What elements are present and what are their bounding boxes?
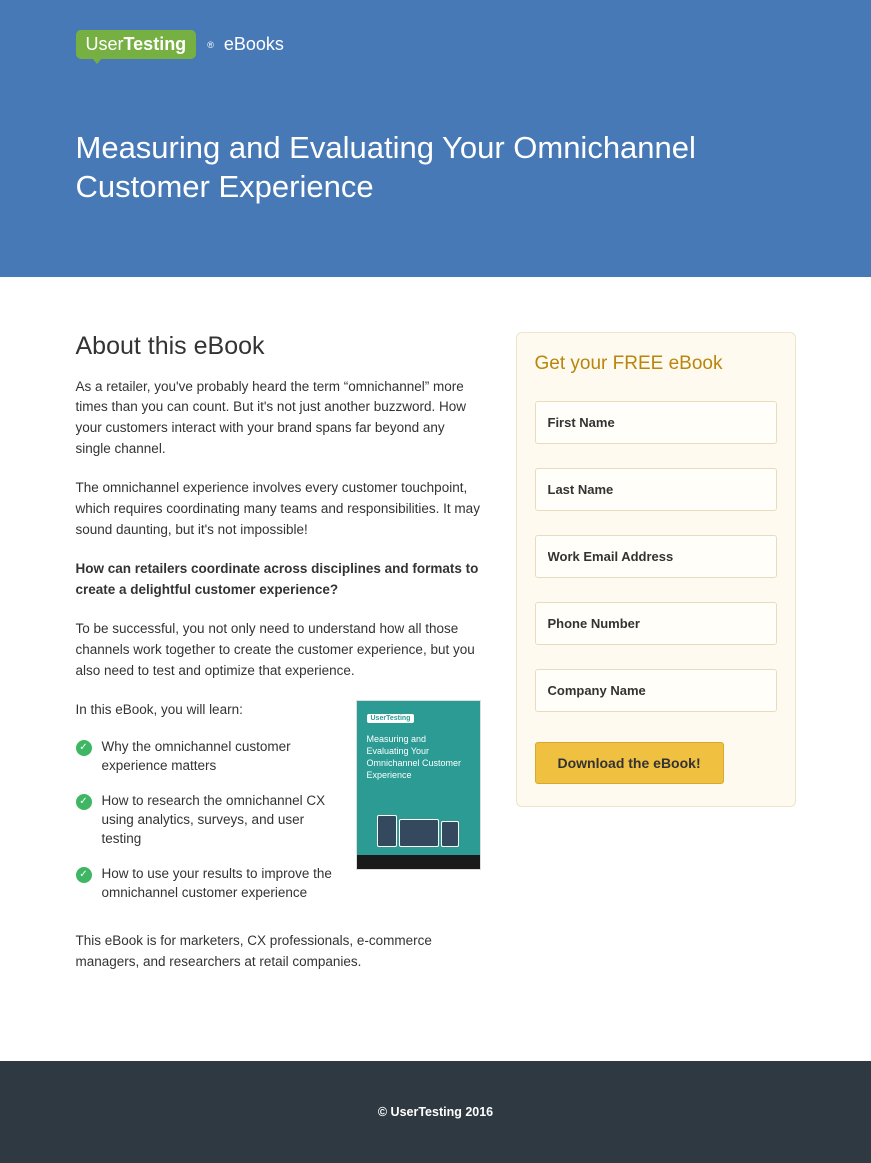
list-item: ✓ How to research the omnichannel CX usin… (76, 792, 336, 849)
first-name-input[interactable] (535, 401, 777, 444)
logo-suffix: eBooks (224, 34, 284, 55)
email-input[interactable] (535, 535, 777, 578)
logo-testing-text: Testing (124, 34, 187, 54)
cover-footer (357, 855, 480, 869)
brand-logo: UserTesting ® eBooks (76, 30, 796, 59)
learn-intro: In this eBook, you will learn: (76, 700, 336, 721)
devices-icon (367, 799, 470, 847)
bullet-text: Why the omnichannel customer experience … (102, 738, 336, 776)
list-item: ✓ How to use your results to improve the … (76, 865, 336, 903)
bullet-list: ✓ Why the omnichannel customer experience… (76, 738, 336, 902)
phone-input[interactable] (535, 602, 777, 645)
bullet-text: How to use your results to improve the o… (102, 865, 336, 903)
copyright-text: © UserTesting 2016 (378, 1105, 493, 1119)
logo-badge: UserTesting (76, 30, 197, 59)
cover-logo: UserTesting (367, 714, 415, 723)
check-icon: ✓ (76, 867, 92, 883)
download-button[interactable]: Download the eBook! (535, 742, 724, 784)
cover-title: Measuring and Evaluating Your Omnichanne… (367, 733, 470, 782)
page-title: Measuring and Evaluating Your Omnichanne… (76, 129, 796, 207)
check-icon: ✓ (76, 740, 92, 756)
list-item: ✓ Why the omnichannel customer experience… (76, 738, 336, 776)
closing-paragraph: This eBook is for marketers, CX professi… (76, 931, 481, 973)
bullet-text: How to research the omnichannel CX using… (102, 792, 336, 849)
about-section: About this eBook As a retailer, you've p… (76, 332, 481, 991)
hero-banner: UserTesting ® eBooks Measuring and Evalu… (0, 0, 871, 277)
check-icon: ✓ (76, 794, 92, 810)
company-input[interactable] (535, 669, 777, 712)
form-heading: Get your FREE eBook (535, 353, 777, 375)
logo-user-text: User (86, 34, 124, 54)
about-question: How can retailers coordinate across disc… (76, 559, 481, 601)
about-paragraph: As a retailer, you've probably heard the… (76, 377, 481, 461)
registered-icon: ® (207, 40, 214, 50)
page-footer: © UserTesting 2016 (0, 1061, 871, 1163)
about-paragraph: To be successful, you not only need to u… (76, 619, 481, 682)
main-content: About this eBook As a retailer, you've p… (0, 277, 871, 1061)
last-name-input[interactable] (535, 468, 777, 511)
about-heading: About this eBook (76, 332, 481, 361)
ebook-cover-image: UserTesting Measuring and Evaluating You… (356, 700, 481, 871)
signup-form: Get your FREE eBook Download the eBook! (516, 332, 796, 807)
about-paragraph: The omnichannel experience involves ever… (76, 478, 481, 541)
